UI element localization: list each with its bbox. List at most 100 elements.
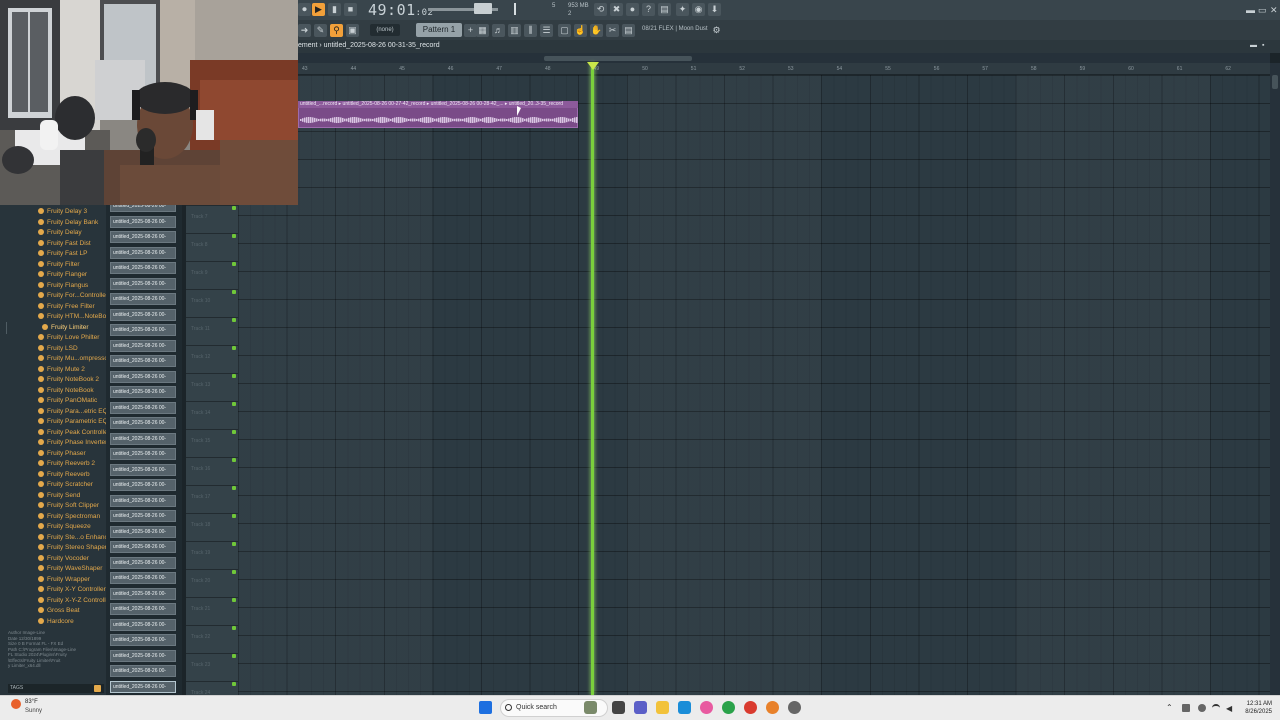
search-icon[interactable] <box>505 704 512 711</box>
plugin-db-icon[interactable]: ▢ <box>558 24 571 37</box>
browser-item[interactable]: Fruity Delay <box>38 228 82 238</box>
clip-source-item[interactable]: untitled_2025-08-26 00- <box>110 572 176 584</box>
clip-source-item[interactable]: untitled_2025-08-26 00- <box>110 587 176 600</box>
undo-icon[interactable]: ⟲ <box>594 3 607 16</box>
clip-source-item[interactable]: untitled_2025-08-26 00- <box>110 386 176 398</box>
track-led[interactable] <box>232 598 236 602</box>
browser-item[interactable]: Fruity Squeeze <box>38 522 91 532</box>
track-name[interactable]: Track 19 <box>191 550 210 556</box>
stop-icon[interactable]: ■ <box>344 3 357 16</box>
browser-item[interactable]: Fruity Para...etric EQ 2 <box>38 407 113 417</box>
settings-icon[interactable] <box>788 701 801 714</box>
pencil-icon[interactable]: ✎ <box>314 24 327 37</box>
weather-desc[interactable]: Sunny <box>25 708 42 714</box>
clip-source-item[interactable]: untitled_2025-08-26 00- <box>110 246 176 259</box>
track-name[interactable]: Track 14 <box>191 410 210 416</box>
browser-item[interactable]: Fruity WaveShaper <box>38 564 102 574</box>
browser-item[interactable]: Fruity Delay Bank <box>38 218 98 228</box>
browser-item[interactable]: Fruity Spectroman <box>38 512 100 522</box>
browser-item[interactable]: Fruity PanOMatic <box>38 396 97 406</box>
browser-item[interactable]: Fruity Soft Clipper <box>38 501 99 511</box>
clip-source-item[interactable]: untitled_2025-08-26 00- <box>110 463 176 476</box>
vertical-scroll-thumb[interactable] <box>1272 75 1278 89</box>
clip-source-item[interactable]: untitled_2025-08-26 00- <box>110 525 176 538</box>
track-led[interactable] <box>232 654 236 658</box>
tray-app-icon-1[interactable] <box>1182 704 1190 712</box>
browser-item[interactable]: Fruity Phase Inverter <box>38 438 107 448</box>
track-led[interactable] <box>232 430 236 434</box>
clip-source-item[interactable]: untitled_2025-08-26 00- <box>110 603 176 615</box>
browser-item[interactable]: Fruity Vocoder <box>38 554 89 564</box>
browser-item[interactable]: Fruity Delay 3 <box>38 207 87 217</box>
clip-source-item[interactable]: untitled_2025-08-26 00- <box>110 432 176 445</box>
play-icon[interactable]: ▮ <box>328 3 341 16</box>
clip-source-item[interactable]: untitled_2025-08-26 00- <box>110 448 176 460</box>
browser-item[interactable]: Fruity NoteBook <box>38 386 94 396</box>
xbox-icon[interactable] <box>722 701 735 714</box>
track-name[interactable]: Track 11 <box>191 326 210 332</box>
track-name[interactable]: Track 18 <box>191 522 210 528</box>
mixer-icon[interactable]: ⫼ <box>524 24 537 37</box>
track-name[interactable]: Track 13 <box>191 382 210 388</box>
pattern-song-toggle[interactable]: ▶ <box>312 3 325 16</box>
touch-icon[interactable]: ☝ <box>574 24 587 37</box>
track-name[interactable]: Track 8 <box>191 242 207 248</box>
playhead[interactable] <box>591 63 594 695</box>
track-led[interactable] <box>232 262 236 266</box>
track-name[interactable]: Track 10 <box>191 298 210 304</box>
playhead-marker[interactable] <box>587 62 599 70</box>
mic-icon[interactable]: ● <box>626 3 639 16</box>
clip-source-item[interactable]: untitled_2025-08-26 00- <box>110 665 176 677</box>
tools-icon[interactable]: ✂ <box>606 24 619 37</box>
browser-item[interactable]: Fruity For...Controller <box>38 291 108 301</box>
clip-source-item[interactable]: untitled_2025-08-26 00- <box>110 370 176 383</box>
piano-roll-icon[interactable]: ♬ <box>492 24 505 37</box>
clip-source-item[interactable]: untitled_2025-08-26 00- <box>110 649 176 662</box>
start-icon[interactable] <box>479 701 492 714</box>
browser-collapse-icon[interactable] <box>6 322 12 334</box>
edge-icon[interactable] <box>678 701 691 714</box>
track-name[interactable]: Track 12 <box>191 354 210 360</box>
browser-item[interactable]: Fruity Limiter <box>42 323 89 333</box>
audio-clip-label[interactable]: untitled_...record ▸ untitled_2025-08-26… <box>298 101 578 108</box>
browser-item[interactable]: Fruity Mu...ompressor <box>38 354 110 364</box>
tuner-icon[interactable]: ✋ <box>590 24 603 37</box>
browser-item[interactable]: Fruity Stereo Shaper <box>38 543 107 553</box>
track-name[interactable]: Track 15 <box>191 438 210 444</box>
timeline-ruler[interactable] <box>298 63 1270 75</box>
browser-item[interactable]: Fruity X-Y-Z Controller <box>38 596 111 606</box>
track-name[interactable]: Track 16 <box>191 466 210 472</box>
track-name[interactable]: Track 9 <box>191 270 207 276</box>
track-led[interactable] <box>232 206 236 210</box>
download-icon[interactable]: ⬇ <box>708 3 721 16</box>
browser-item[interactable]: Fruity Filter <box>38 260 80 270</box>
browser-item[interactable]: Fruity Send <box>38 491 80 501</box>
clip-source-item[interactable]: untitled_2025-08-26 00- <box>110 479 176 491</box>
track-name[interactable]: Track 17 <box>191 494 210 500</box>
horizontal-scrollbar[interactable] <box>298 53 1270 63</box>
browser-icon[interactable]: ☰ <box>540 24 553 37</box>
track-led[interactable] <box>232 542 236 546</box>
playlist-close-icon[interactable]: ▪ <box>1262 42 1264 49</box>
browser-item[interactable]: Fruity Flanger <box>38 270 87 280</box>
browser-item[interactable]: Hardcore <box>38 617 74 627</box>
tray-overflow-icon[interactable]: ⌃ <box>1166 703 1173 712</box>
weather-temp[interactable]: 83°F <box>25 699 38 705</box>
track-led[interactable] <box>232 290 236 294</box>
tray-app-icon-2[interactable] <box>1198 704 1206 712</box>
clip-source-item[interactable]: untitled_2025-08-26 00- <box>110 262 176 274</box>
info-icon[interactable]: ▤ <box>622 24 635 37</box>
app-pink-icon[interactable] <box>700 701 713 714</box>
playlist-icon[interactable]: ▦ <box>476 24 489 37</box>
browser-item[interactable]: Fruity Scratcher <box>38 480 93 490</box>
track-led[interactable] <box>232 486 236 490</box>
browser-item[interactable]: Fruity X-Y Controller <box>38 585 106 595</box>
close-icon[interactable]: ✕ <box>1270 5 1278 16</box>
help-icon[interactable]: ? <box>642 3 655 16</box>
track-led[interactable] <box>232 318 236 322</box>
track-led[interactable] <box>232 570 236 574</box>
browser-item[interactable]: Fruity Reeverb 2 <box>38 459 95 469</box>
clip-source-item[interactable]: untitled_2025-08-26 00- <box>110 401 176 414</box>
search-highlight-icon[interactable] <box>584 701 597 714</box>
clip-source-item[interactable]: untitled_2025-08-26 00- <box>110 231 176 243</box>
